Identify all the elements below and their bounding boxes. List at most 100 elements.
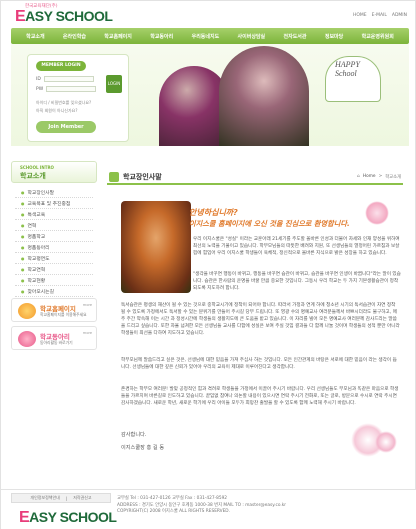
sidebar-item-floorplan[interactable]: ● 학교평면도: [15, 253, 93, 264]
club-icon: [18, 331, 36, 347]
nav-item-intro[interactable]: 학교소개: [26, 33, 44, 40]
paragraph-parents: 존경하는 학부모 여러분! 발맞 공정적인 힘과 격려로 학생들을 가정에서 이…: [121, 387, 399, 406]
privacy-link[interactable]: 개인정보정책안내: [30, 495, 59, 501]
id-label: ID: [36, 76, 41, 82]
school-icon: [18, 303, 36, 319]
sidebar: SCHOOL INTRO 학교소개 ● 학교장인사말 ● 교육목표 및 추진중점 ●…: [11, 161, 97, 491]
footer: 개인정보정책안내 | 저작권신고 EASY SCHOOL 교무실 Tel : 0…: [1, 489, 416, 529]
password-input[interactable]: [46, 86, 97, 92]
sidebar-item-label: 특색교육: [27, 212, 46, 218]
bullet-icon: ●: [21, 277, 25, 283]
homepage-banner[interactable]: 학교홈페이지 학교홈페이지를 이용해주세요 more: [11, 298, 97, 322]
copyright-report-link[interactable]: 저작권신고: [73, 495, 91, 501]
sidebar-item-label: 학교현황: [27, 278, 46, 284]
homepage-banner-sub: 학교홈페이지를 이용해주세요: [40, 312, 87, 317]
club-more-link[interactable]: more: [83, 331, 92, 335]
sidebar-header: SCHOOL INTRO 학교소개: [11, 161, 97, 183]
logo[interactable]: 한국교육재단(주) EASY SCHOOL: [15, 3, 125, 27]
footer-logo-name: ASY SCHOOL: [29, 509, 117, 525]
breadcrumb: ⌂ Home > 학교소개: [357, 174, 401, 180]
sidebar-menu: ● 학교장인사말 ● 교육목표 및 추진중점 ● 특색교육 ● 연혁 ● 명품학교 ● 명품…: [15, 187, 93, 297]
sidebar-item-chronicle[interactable]: ● 학교연혁: [15, 264, 93, 275]
greeting-title: 안녕하십니까?: [189, 208, 238, 217]
content-header: 학교장인사말 ⌂ Home > 학교소개: [107, 171, 403, 185]
paragraph-intro: 우리 이지스쿨은 "성실" 이라는 교훈아래 21세기를 주도할 올바른 인성과…: [193, 237, 400, 256]
happy-line2: School: [335, 69, 357, 78]
top-links: HOME E-MAIL ADMIN: [353, 13, 407, 18]
bullet-icon: ●: [21, 211, 25, 217]
bullet-icon: ●: [21, 255, 25, 261]
nav-item-committee[interactable]: 학교운영위원회: [362, 33, 394, 40]
logo-text: EASY SCHOOL: [15, 8, 113, 26]
main-content: 학교장인사말 ⌂ Home > 학교소개 안녕하십니까? 이지스쿨 홈페이지에 …: [107, 161, 407, 491]
nav-item-info[interactable]: 정보마당: [325, 33, 343, 40]
happy-line1: HAPPY: [335, 60, 360, 69]
home-link[interactable]: HOME: [353, 13, 367, 18]
club-banner[interactable]: 학교동아리 동아리활동 바로가기 more: [11, 326, 97, 350]
sidebar-item-status[interactable]: ● 학교현황: [15, 275, 93, 286]
sidebar-item-label: 찾아오시는길: [27, 289, 54, 295]
happy-school-illustration: HAPPY School: [317, 52, 395, 108]
sidebar-item-label: 학교평면도: [27, 256, 50, 262]
footer-links: 개인정보정책안내 | 저작권신고: [11, 493, 111, 503]
footer-copyright: COPYRIGHT(C) 2008 이지스쿨 ALL RIGHTS RESERV…: [117, 509, 230, 514]
header: 한국교육재단(주) EASY SCHOOL HOME E-MAIL ADMIN: [1, 1, 416, 27]
logo-e-letter: E: [15, 8, 26, 25]
paragraph-reading: 독서습관은 평생의 재산이 될 수 있는 것으로 중학교시기에 정착이 되어야 …: [121, 303, 400, 336]
sidebar-header-title: 학교소개: [20, 172, 46, 180]
sidebar-header-en: SCHOOL INTRO: [20, 165, 54, 170]
pw-row: PW: [36, 86, 97, 92]
nav-item-counsel[interactable]: 사이버상담실: [238, 33, 266, 40]
breadcrumb-current[interactable]: 학교소개: [385, 174, 401, 180]
home-icon: ⌂: [357, 174, 360, 179]
footer-separator: |: [65, 495, 68, 501]
email-link[interactable]: E-MAIL: [372, 13, 387, 18]
flower-icon: [365, 201, 389, 225]
sidebar-item-greeting[interactable]: ● 학교장인사말: [15, 187, 93, 198]
principal-photo: [121, 201, 191, 293]
banner-photo: [159, 46, 309, 146]
signup-note[interactable]: 아직 회원이 아니신가요?: [36, 108, 77, 114]
id-row: ID: [36, 76, 94, 82]
sidebar-item-label: 교육목표 및 추진중점: [27, 201, 71, 207]
page-frame: 한국교육재단(주) EASY SCHOOL HOME E-MAIL ADMIN …: [0, 0, 416, 529]
paragraph-habit: "생각을 바꾸면 행동이 바뀌고, 행동을 바꾸면 습관이 바뀌고, 습관을 바…: [193, 272, 401, 291]
bullet-icon: ●: [21, 200, 25, 206]
pw-label: PW: [36, 86, 44, 92]
nav-item-map[interactable]: 우리동네지도: [192, 33, 220, 40]
leaf-icon: [109, 172, 119, 182]
sidebar-item-directions[interactable]: ● 찾아오시는길: [15, 286, 93, 297]
sidebar-item-history[interactable]: ● 연혁: [15, 220, 93, 231]
footer-logo-e: E: [19, 509, 30, 526]
sidebar-item-goals[interactable]: ● 교육목표 및 추진중점: [15, 198, 93, 209]
main-nav: 학교소개 온라인학습 학교홈페이지 학교동아리 우리동네지도 사이버상담실 전자…: [11, 28, 409, 44]
nav-item-library[interactable]: 전자도서관: [284, 33, 307, 40]
sidebar-item-premium-school[interactable]: ● 명품학교: [15, 231, 93, 242]
find-account-link[interactable]: 아이디 / 비밀번호를 잊으셨나요?: [36, 100, 91, 106]
thanks-text: 감사합니다.: [121, 432, 147, 438]
footer-logo: EASY SCHOOL: [19, 507, 117, 527]
homepage-more-link[interactable]: more: [83, 303, 92, 307]
nav-item-online[interactable]: 온라인학습: [63, 33, 86, 40]
sidebar-item-special[interactable]: ● 특색교육: [15, 209, 93, 220]
breadcrumb-home[interactable]: Home: [363, 174, 376, 180]
bullet-icon: ●: [21, 288, 25, 294]
nav-item-homepage[interactable]: 학교홈페이지: [104, 33, 132, 40]
sidebar-item-premium-club[interactable]: ● 명품동아리: [15, 242, 93, 253]
footer-info: 교무실 Tel : 031-427-0126 교무실 Fax : 031-427…: [117, 496, 286, 516]
logo-name: ASY SCHOOL: [25, 8, 113, 24]
club-banner-sub: 동아리활동 바로가기: [40, 340, 73, 345]
id-input[interactable]: [43, 76, 94, 82]
login-box: MEMBER LOGIN ID PW LOGIN 아이디 / 비밀번호를 잊으셨…: [27, 54, 129, 142]
nav-item-club[interactable]: 학교동아리: [150, 33, 173, 40]
photo-student-right: [219, 46, 309, 146]
join-member-button[interactable]: Join Member: [36, 121, 96, 133]
happy-school-text: HAPPY School: [335, 60, 360, 78]
login-button[interactable]: LOGIN: [106, 75, 122, 93]
bullet-icon: ●: [21, 244, 25, 250]
bullet-icon: ●: [21, 266, 25, 272]
admin-link[interactable]: ADMIN: [392, 13, 407, 18]
principal-signature: 이지스쿨장 홍 길 동: [121, 445, 165, 451]
footer-logo-text: EASY SCHOOL: [19, 509, 117, 527]
greeting-subtitle: 이지스쿨 홈페이지에 오신 것을 진심으로 환영합니다.: [189, 219, 350, 228]
